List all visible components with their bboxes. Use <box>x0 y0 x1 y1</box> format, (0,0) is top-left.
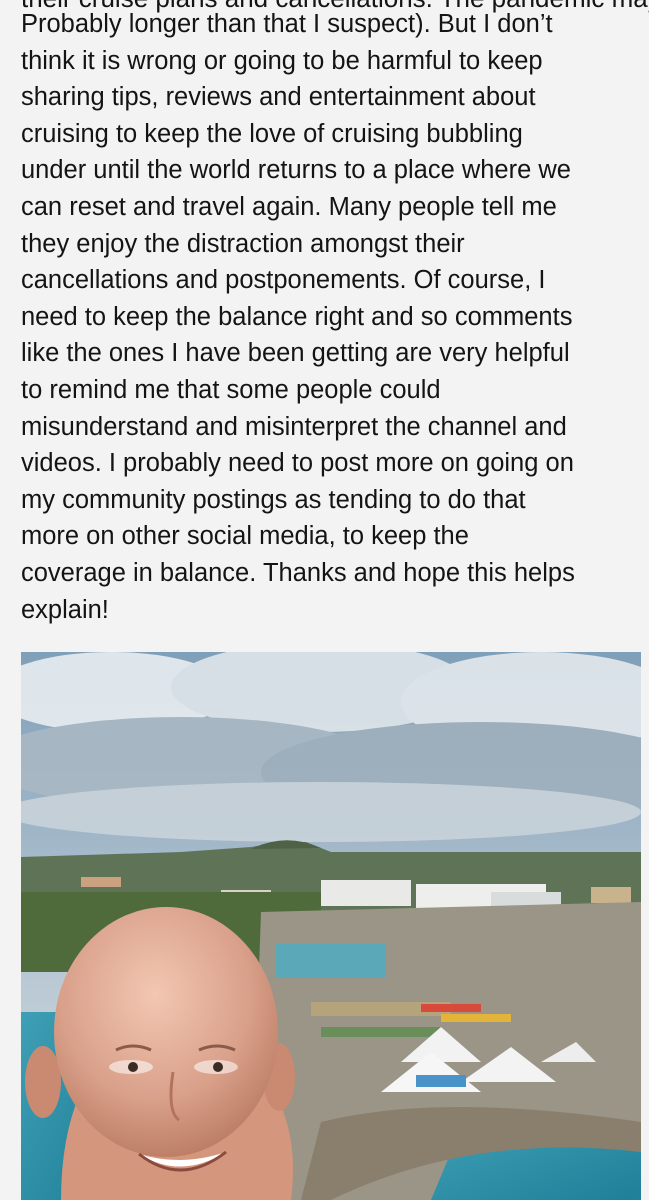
post-photo[interactable] <box>21 652 641 1200</box>
post-body-text: Probably longer than that I suspect). Bu… <box>21 10 575 624</box>
selfie-photo-image <box>21 652 641 1200</box>
post-screen: their cruise plans and cancellations. Th… <box>0 0 649 1200</box>
clouds <box>21 652 641 842</box>
